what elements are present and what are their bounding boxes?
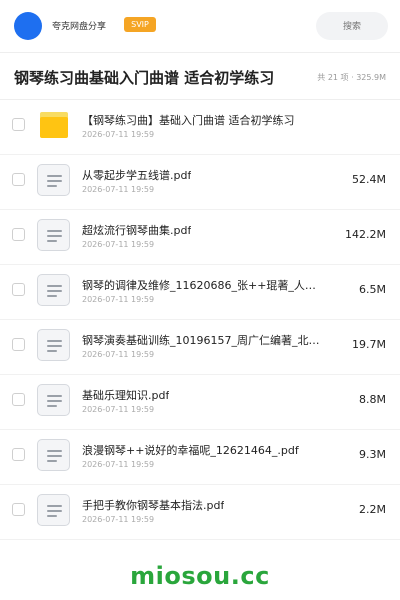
- document-icon: [37, 329, 70, 361]
- list-item[interactable]: 基础乐理知识.pdf 2026-07-11 19:59 8.8M: [0, 375, 400, 430]
- row-checkbox[interactable]: [12, 283, 25, 296]
- file-size: 6.5M: [359, 283, 386, 296]
- list-item[interactable]: 钢琴演奏基础训练_10196157_周广仁编著_北… 2026-07-11 19…: [0, 320, 400, 375]
- file-date: 2026-07-11 19:59: [82, 185, 155, 194]
- share-owner-name: 夸克网盘分享: [52, 22, 107, 32]
- list-item[interactable]: 手把手教你钢琴基本指法.pdf 2026-07-11 19:59 2.2M: [0, 485, 400, 540]
- watermark-text: miosou.cc: [130, 562, 270, 590]
- folder-header: 钢琴练习曲基础入门曲谱 适合初学练习 共 21 项 · 325.9M: [0, 53, 400, 99]
- list-item[interactable]: 钢琴的调律及维修_11620686_张++琨著_人… 2026-07-11 19…: [0, 265, 400, 320]
- list-item[interactable]: 超炫流行钢琴曲集.pdf 2026-07-11 19:59 142.2M: [0, 210, 400, 265]
- top-bar: 夸克网盘分享 SVIP: [0, 0, 400, 52]
- file-size: 9.3M: [359, 448, 386, 461]
- file-name[interactable]: 钢琴演奏基础训练_10196157_周广仁编著_北…: [82, 332, 320, 348]
- file-date: 2026-07-11 19:59: [82, 405, 155, 414]
- file-name[interactable]: 手把手教你钢琴基本指法.pdf: [82, 497, 224, 513]
- file-name[interactable]: 基础乐理知识.pdf: [82, 387, 169, 403]
- row-checkbox[interactable]: [12, 173, 25, 186]
- document-icon: [37, 494, 70, 526]
- list-item[interactable]: 浪漫钢琴++说好的幸福呢_12621464_.pdf 2026-07-11 19…: [0, 430, 400, 485]
- document-icon: [37, 384, 70, 416]
- file-date: 2026-07-11 19:59: [82, 295, 155, 304]
- file-size: 8.8M: [359, 393, 386, 406]
- svip-badge: SVIP: [124, 17, 156, 32]
- row-checkbox[interactable]: [12, 503, 25, 516]
- file-date: 2026-07-11 19:59: [82, 460, 155, 469]
- folder-icon: [40, 112, 68, 138]
- file-date: 2026-07-11 19:59: [82, 350, 155, 359]
- document-icon: [37, 439, 70, 471]
- search-input[interactable]: [316, 12, 388, 40]
- document-icon: [37, 164, 70, 196]
- avatar[interactable]: [14, 12, 42, 40]
- row-checkbox[interactable]: [12, 338, 25, 351]
- row-checkbox[interactable]: [12, 393, 25, 406]
- file-size: 142.2M: [345, 228, 386, 241]
- row-checkbox[interactable]: [12, 448, 25, 461]
- file-date: 2026-07-11 19:59: [82, 515, 155, 524]
- file-date: 2026-07-11 19:59: [82, 240, 155, 249]
- list-item[interactable]: 【钢琴练习曲】基础入门曲谱 适合初学练习 2026-07-11 19:59: [0, 100, 400, 155]
- file-date: 2026-07-11 19:59: [82, 130, 155, 139]
- page-title: 钢琴练习曲基础入门曲谱 适合初学练习: [14, 69, 275, 87]
- file-size: 2.2M: [359, 503, 386, 516]
- row-checkbox[interactable]: [12, 118, 25, 131]
- file-name[interactable]: 超炫流行钢琴曲集.pdf: [82, 222, 191, 238]
- file-list: 【钢琴练习曲】基础入门曲谱 适合初学练习 2026-07-11 19:59 从零…: [0, 100, 400, 540]
- file-size: 52.4M: [352, 173, 386, 186]
- file-name[interactable]: 钢琴的调律及维修_11620686_张++琨著_人…: [82, 277, 316, 293]
- file-name[interactable]: 浪漫钢琴++说好的幸福呢_12621464_.pdf: [82, 442, 299, 458]
- document-icon: [37, 274, 70, 306]
- row-checkbox[interactable]: [12, 228, 25, 241]
- file-size: 19.7M: [352, 338, 386, 351]
- folder-item-count: 共 21 项 · 325.9M: [317, 73, 386, 82]
- file-name[interactable]: 从零起步学五线谱.pdf: [82, 167, 191, 183]
- file-name[interactable]: 【钢琴练习曲】基础入门曲谱 适合初学练习: [82, 112, 295, 128]
- document-icon: [37, 219, 70, 251]
- list-item[interactable]: 从零起步学五线谱.pdf 2026-07-11 19:59 52.4M: [0, 155, 400, 210]
